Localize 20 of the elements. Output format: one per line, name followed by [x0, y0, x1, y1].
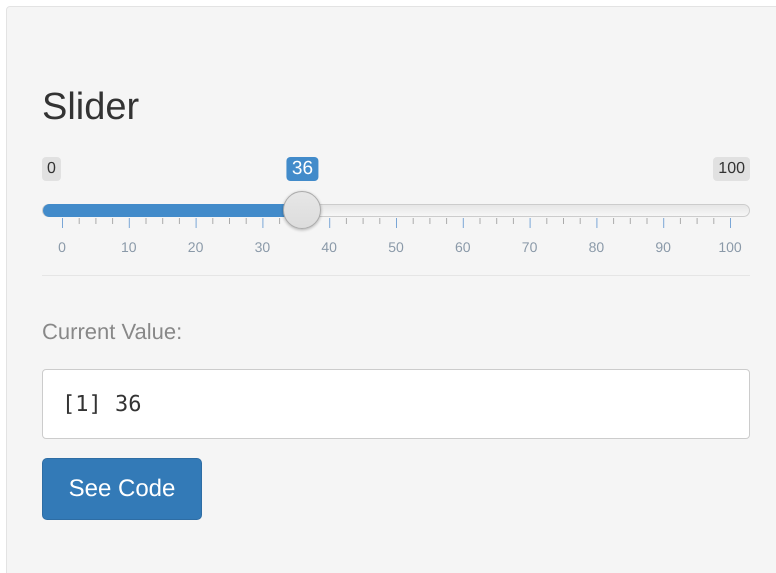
- tick-label: 30: [254, 239, 270, 255]
- tick-label: 70: [522, 239, 538, 255]
- tick-label: 60: [455, 239, 471, 255]
- slider-thumb[interactable]: [283, 191, 322, 229]
- tick-label: 90: [655, 239, 671, 255]
- page-title: Slider: [42, 85, 140, 129]
- tick-label: 40: [321, 239, 337, 255]
- min-label: 0: [42, 157, 61, 181]
- tick-label: 0: [58, 239, 66, 255]
- tick-label: 80: [588, 239, 604, 255]
- tick-label: 20: [188, 239, 204, 255]
- output-box: [1] 36: [42, 369, 750, 439]
- tick-label: 10: [121, 239, 137, 255]
- max-label: 100: [713, 157, 750, 181]
- see-code-button[interactable]: See Code: [42, 458, 202, 520]
- slider-track[interactable]: [42, 204, 750, 217]
- value-label: 36: [286, 157, 318, 181]
- tick-label: 50: [388, 239, 404, 255]
- tick-label: 100: [718, 239, 742, 255]
- output-label: Current Value:: [42, 319, 184, 345]
